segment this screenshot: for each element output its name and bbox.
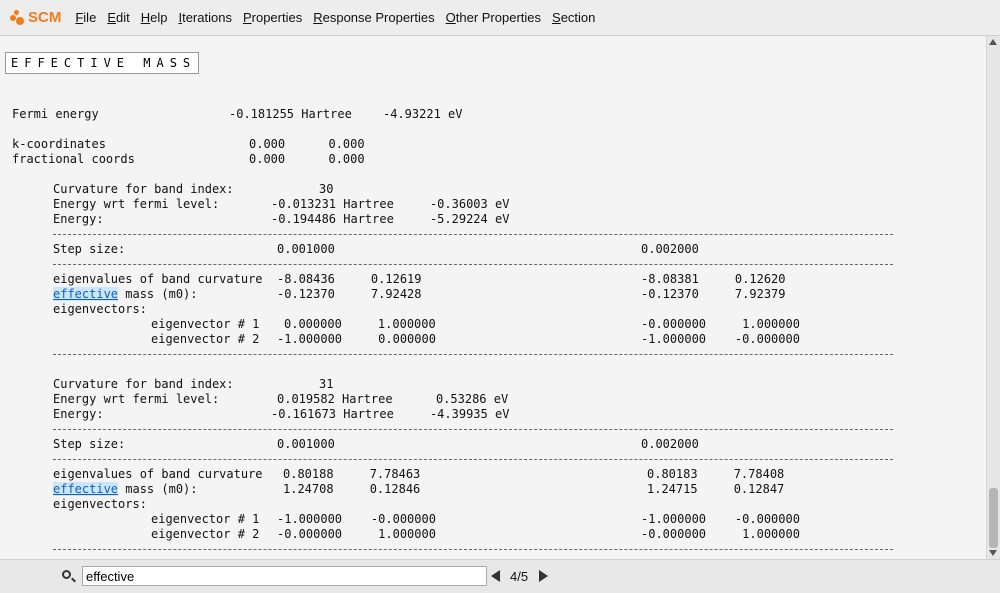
ev2-label: eigenvector # 2 bbox=[151, 527, 260, 541]
search-icon bbox=[62, 570, 71, 579]
menu-file[interactable]: File bbox=[75, 10, 96, 25]
scroll-up-icon[interactable] bbox=[989, 39, 997, 45]
menu-response-properties[interactable]: Response Properties bbox=[313, 10, 434, 25]
menu-other-properties[interactable]: Other Properties bbox=[446, 10, 541, 25]
ev2-label: eigenvector # 2 bbox=[151, 332, 260, 346]
ev1-2: -0.000000 1.000000 bbox=[641, 317, 800, 331]
eig-1: -8.08436 0.12619 bbox=[277, 272, 422, 286]
eff-2: 1.24715 0.12847 bbox=[647, 482, 785, 496]
ev1-1: -1.000000 -0.000000 bbox=[277, 512, 436, 526]
menu-section[interactable]: Section bbox=[552, 10, 595, 25]
vertical-scrollbar[interactable] bbox=[986, 36, 1000, 559]
search-input[interactable] bbox=[82, 566, 487, 586]
divider bbox=[53, 264, 893, 265]
next-match-button[interactable] bbox=[539, 570, 548, 582]
step-1: 0.001000 bbox=[277, 437, 335, 451]
eff-label: effective mass (m0): bbox=[53, 482, 198, 496]
search-match-highlight: effective bbox=[53, 287, 119, 301]
frac-values: 0.000 0.000 bbox=[249, 152, 365, 166]
wrt-label: Energy wrt fermi level: bbox=[53, 392, 220, 406]
step-1: 0.001000 bbox=[277, 242, 335, 256]
eff-1: -0.12370 7.92428 bbox=[277, 287, 422, 301]
divider bbox=[53, 549, 893, 550]
previous-match-button[interactable] bbox=[491, 570, 500, 582]
energy-values: -0.194486 Hartree -5.29224 eV bbox=[271, 212, 510, 226]
menu-iterations[interactable]: Iterations bbox=[178, 10, 232, 25]
fermi-ev: -4.93221 eV bbox=[383, 107, 463, 121]
menu-properties[interactable]: Properties bbox=[243, 10, 302, 25]
kcoord-values: 0.000 0.000 bbox=[249, 137, 365, 151]
wrt-values: -0.013231 Hartree -0.36003 eV bbox=[271, 197, 510, 211]
band-index: 30 bbox=[319, 182, 334, 196]
fermi-hartree: -0.181255 Hartree bbox=[229, 107, 352, 121]
scm-logo-icon bbox=[10, 9, 28, 26]
match-counter: 4/5 bbox=[510, 569, 529, 584]
ev1-2: -1.000000 -0.000000 bbox=[641, 512, 800, 526]
eff-label: effective mass (m0): bbox=[53, 287, 198, 301]
ev2-2: -1.000000 -0.000000 bbox=[641, 332, 800, 346]
fermi-label: Fermi energy bbox=[12, 107, 99, 121]
eig-label: eigenvalues of band curvature bbox=[53, 272, 263, 286]
energy-values: -0.161673 Hartree -4.39935 eV bbox=[271, 407, 510, 421]
eff-1: 1.24708 0.12846 bbox=[283, 482, 421, 496]
eig-2: 0.80183 7.78408 bbox=[647, 467, 785, 481]
ev2-1: -1.000000 0.000000 bbox=[277, 332, 436, 346]
step-label: Step size: bbox=[53, 437, 126, 451]
step-label: Step size: bbox=[53, 242, 126, 256]
menu-edit[interactable]: Edit bbox=[107, 10, 129, 25]
output-text-area[interactable]: EFFECTIVE MASS Fermi energy -0.181255 Ha… bbox=[0, 36, 986, 559]
scroll-down-icon[interactable] bbox=[989, 550, 997, 556]
divider bbox=[53, 459, 893, 460]
menu-bar: SCM File Edit Help Iterations Properties… bbox=[0, 0, 1000, 36]
section-title: EFFECTIVE MASS bbox=[5, 52, 199, 74]
scm-logo-text: SCM bbox=[28, 9, 62, 26]
energy-label: Energy: bbox=[53, 212, 104, 226]
band-label: Curvature for band index: bbox=[53, 377, 234, 391]
ev2-1: -0.000000 1.000000 bbox=[277, 527, 436, 541]
eff-2: -0.12370 7.92379 bbox=[641, 287, 786, 301]
menu-help[interactable]: Help bbox=[141, 10, 168, 25]
step-2: 0.002000 bbox=[641, 242, 699, 256]
search-match-highlight: effective bbox=[53, 482, 119, 496]
eig-2: -8.08381 0.12620 bbox=[641, 272, 786, 286]
divider bbox=[53, 234, 893, 235]
frac-label: fractional coords bbox=[12, 152, 135, 166]
evec-label: eigenvectors: bbox=[53, 497, 147, 511]
ev1-label: eigenvector # 1 bbox=[151, 317, 260, 331]
kcoord-label: k-coordinates bbox=[12, 137, 106, 151]
ev2-2: -0.000000 1.000000 bbox=[641, 527, 800, 541]
step-2: 0.002000 bbox=[641, 437, 699, 451]
band-index: 31 bbox=[319, 377, 334, 391]
scrollbar-thumb[interactable] bbox=[989, 488, 998, 548]
eig-1: 0.80188 7.78463 bbox=[283, 467, 421, 481]
energy-label: Energy: bbox=[53, 407, 104, 421]
find-bar: 4/5 bbox=[0, 559, 1000, 593]
scm-logo: SCM bbox=[10, 9, 61, 26]
ev1-1: 0.000000 1.000000 bbox=[284, 317, 436, 331]
divider bbox=[53, 354, 893, 355]
evec-label: eigenvectors: bbox=[53, 302, 147, 316]
wrt-label: Energy wrt fermi level: bbox=[53, 197, 220, 211]
ev1-label: eigenvector # 1 bbox=[151, 512, 260, 526]
band-label: Curvature for band index: bbox=[53, 182, 234, 196]
wrt-values: 0.019582 Hartree 0.53286 eV bbox=[277, 392, 509, 406]
divider bbox=[53, 429, 893, 430]
eig-label: eigenvalues of band curvature bbox=[53, 467, 263, 481]
